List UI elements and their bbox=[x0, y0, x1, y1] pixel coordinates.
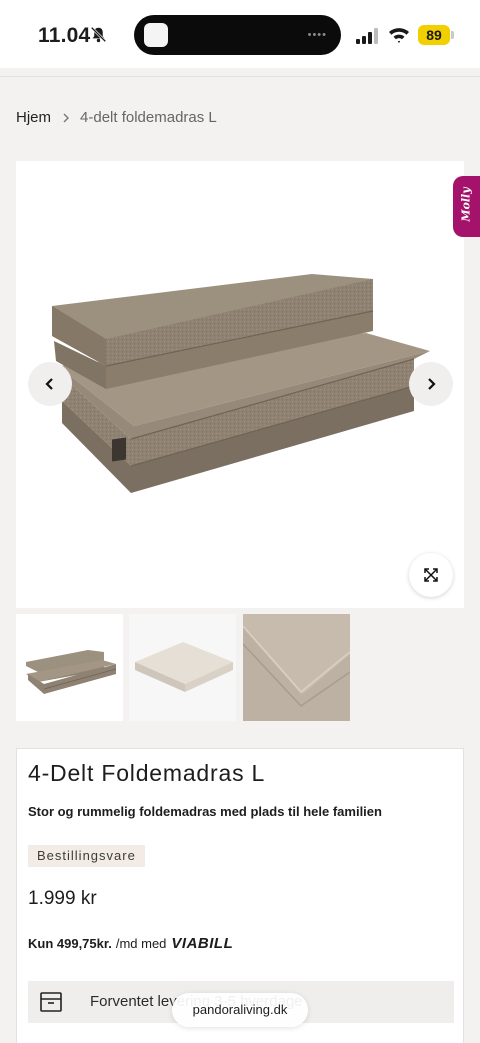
activity-dots-icon: •••• bbox=[307, 29, 327, 41]
thumbnail-fabric-closeup[interactable] bbox=[243, 614, 350, 721]
installment-info: Kun 499,75kr. /md med VIABILL bbox=[28, 935, 233, 952]
installment-amount: Kun 499,75kr. bbox=[28, 936, 112, 951]
viabill-logo: VIABILL bbox=[171, 935, 234, 952]
battery-indicator: 89 bbox=[418, 25, 450, 45]
previous-image-button[interactable] bbox=[28, 362, 72, 406]
status-bar: 11.04 •••• 89 bbox=[0, 0, 480, 68]
wifi-icon bbox=[389, 28, 409, 43]
stock-status-badge: Bestillingsvare bbox=[28, 845, 145, 867]
chevron-left-icon bbox=[45, 378, 53, 390]
next-image-button[interactable] bbox=[409, 362, 453, 406]
product-subtitle: Stor og rummelig foldemadras med plads t… bbox=[28, 804, 382, 819]
product-image bbox=[52, 274, 430, 493]
chevron-right-icon bbox=[63, 113, 70, 122]
expand-image-button[interactable] bbox=[409, 553, 453, 597]
header-divider bbox=[0, 76, 480, 77]
app-icon bbox=[144, 23, 168, 47]
breadcrumb: Hjem 4-delt foldemadras L bbox=[16, 109, 217, 126]
thumbnail-image bbox=[26, 650, 117, 694]
installment-suffix: /md med bbox=[115, 936, 167, 951]
chevron-right-icon bbox=[428, 378, 436, 390]
box-icon bbox=[40, 992, 62, 1012]
product-price: 1.999 kr bbox=[28, 888, 97, 909]
thumbnail-image bbox=[243, 614, 350, 721]
expand-icon bbox=[424, 568, 438, 582]
product-image-gallery[interactable] bbox=[16, 161, 464, 608]
thumbnail-image bbox=[135, 642, 233, 692]
chat-widget-tab[interactable]: Molly bbox=[453, 176, 480, 237]
chat-widget-label: Molly bbox=[459, 187, 473, 222]
breadcrumb-current: 4-delt foldemadras L bbox=[80, 109, 217, 126]
thumbnail-folded-mattress[interactable] bbox=[16, 614, 123, 721]
muted-bell-icon bbox=[90, 26, 107, 43]
dynamic-island: •••• bbox=[134, 15, 341, 55]
battery-tip bbox=[451, 31, 454, 39]
thumbnail-flat-mattress[interactable] bbox=[129, 614, 236, 721]
signal-icon bbox=[356, 28, 378, 44]
product-title: 4-Delt Foldemadras L bbox=[28, 760, 266, 786]
status-time: 11.04 bbox=[38, 24, 91, 47]
browser-url-bar[interactable]: pandoraliving.dk bbox=[172, 993, 308, 1027]
breadcrumb-home-link[interactable]: Hjem bbox=[16, 109, 51, 126]
